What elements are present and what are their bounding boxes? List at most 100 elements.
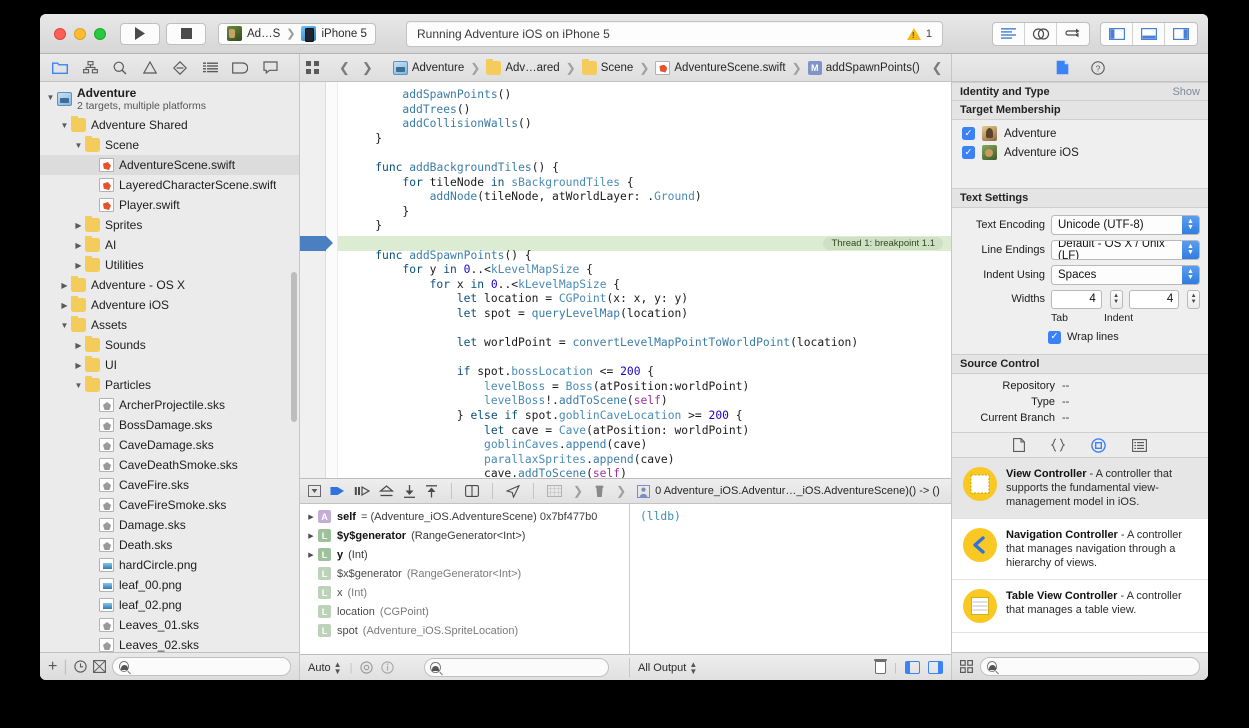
checkbox-checked[interactable]: ✓ [962,127,975,140]
navigator-row[interactable]: LayeredCharacterScene.swift [40,175,299,195]
step-out-button[interactable] [403,485,416,498]
related-items-button[interactable] [306,61,319,74]
disclosure-triangle[interactable] [58,121,71,130]
project-navigator-tree[interactable]: Adventure 2 targets, multiple platforms … [40,82,299,652]
navigator-row[interactable]: CaveDeathSmoke.sks [40,455,299,475]
file-inspector-button[interactable] [1056,60,1069,75]
navigator-row[interactable]: CaveFire.sks [40,475,299,495]
disclosure-triangle[interactable] [44,93,57,102]
navigator-filter-input[interactable] [133,660,284,674]
library-filter-input[interactable] [1001,660,1193,674]
clear-console-button[interactable] [875,661,886,674]
breadcrumb-item-group-scene[interactable]: Scene [582,61,634,75]
breadcrumb-item-symbol[interactable]: M addSpawnPoints() [808,61,920,75]
breadcrumb-item-file[interactable]: AdventureScene.swift [655,61,785,75]
checkbox-checked[interactable]: ✓ [1048,331,1061,344]
version-editor-button[interactable] [1057,23,1089,45]
source-control-header[interactable]: Source Control [952,355,1208,374]
toggle-debug-area-button[interactable] [1133,23,1165,45]
source-editor[interactable]: Thread 1: breakpoint 1.1 addSpawnPoints(… [300,82,951,478]
disclosure-triangle[interactable]: ▶ [304,532,318,540]
toggle-navigator-button[interactable] [1101,23,1133,45]
debug-view-hierarchy-button[interactable] [465,485,479,497]
variable-row[interactable]: ▶L$y$generator(RangeGenerator<Int>) [300,526,629,545]
navigator-row[interactable]: Player.swift [40,195,299,215]
navigator-row[interactable]: Scene [40,135,299,155]
library-item[interactable]: Navigation Controller - A controller tha… [952,519,1208,580]
tab-width-field[interactable]: 4 [1051,290,1102,309]
navigator-row[interactable]: Adventure Shared [40,115,299,135]
navigator-row[interactable]: Leaves_02.sks [40,635,299,652]
show-console-view-button[interactable] [928,661,943,674]
variable-scope-popup[interactable]: Auto ▲▼ [308,661,342,675]
go-back-button[interactable]: ❮ [335,60,354,76]
hide-debug-area-button[interactable] [308,485,321,497]
library-grid-view-button[interactable] [960,660,973,673]
standard-editor-button[interactable] [993,23,1025,45]
variable-row[interactable]: ▶Ly(Int) [300,545,629,564]
editor-gutter[interactable] [300,82,326,478]
navigator-row[interactable]: leaf_02.png [40,595,299,615]
issue-navigator-button[interactable] [136,56,164,80]
disclosure-triangle[interactable] [72,341,85,350]
navigator-row[interactable]: ArcherProjectile.sks [40,395,299,415]
navigator-row[interactable]: Death.sks [40,535,299,555]
navigator-filter-field[interactable] [112,657,292,676]
quick-help-button[interactable]: ? [1091,61,1105,75]
disclosure-triangle[interactable]: ▶ [304,551,318,559]
file-template-library-button[interactable] [1013,438,1025,452]
indent-width-stepper[interactable]: ▲▼ [1187,290,1200,309]
source-control-navigator-button[interactable] [76,56,104,80]
navigator-row[interactable]: hardCircle.png [40,555,299,575]
code-snippet-library-button[interactable] [1051,438,1065,452]
object-library-list[interactable]: View Controller - A controller that supp… [952,458,1208,652]
disclosure-triangle[interactable] [72,241,85,250]
breadcrumb-item-group-shared[interactable]: Adv…ared [486,61,559,75]
navigator-row[interactable]: leaf_00.png [40,575,299,595]
navigator-row[interactable]: CaveFireSmoke.sks [40,495,299,515]
variable-row[interactable]: Lx(Int) [300,583,629,602]
text-settings-header[interactable]: Text Settings [952,189,1208,208]
disclosure-triangle[interactable] [58,281,71,290]
disclosure-triangle[interactable] [72,141,85,150]
navigator-row[interactable]: Assets [40,315,299,335]
project-root-row[interactable]: Adventure 2 targets, multiple platforms [40,85,299,115]
code-folding-ribbon[interactable] [326,82,338,478]
media-library-button[interactable] [1132,439,1147,452]
show-link[interactable]: Show [1172,86,1200,98]
checkbox-checked[interactable]: ✓ [962,146,975,159]
breakpoint-marker[interactable] [300,236,326,251]
variable-row[interactable]: Llocation(CGPoint) [300,602,629,621]
navigator-row[interactable]: Adventure - OS X [40,275,299,295]
report-navigator-button[interactable] [196,56,224,80]
disclosure-triangle[interactable] [72,361,85,370]
disclosure-triangle[interactable] [72,261,85,270]
source-control-filter-button[interactable] [93,660,106,673]
navigator-row[interactable]: Damage.sks [40,515,299,535]
navigator-row[interactable]: UI [40,355,299,375]
step-over-button[interactable] [354,485,370,497]
stop-button[interactable] [166,23,206,45]
tag-navigator-button[interactable] [226,56,254,80]
disclosure-triangle[interactable] [72,381,85,390]
library-item[interactable]: View Controller - A controller that supp… [952,458,1208,519]
navigator-row[interactable]: AdventureScene.swift [40,155,299,175]
indent-width-field[interactable]: 4 [1129,290,1180,309]
disclosure-triangle[interactable] [58,301,71,310]
go-forward-button[interactable]: ❯ [358,60,377,76]
line-endings-popup[interactable]: Default - OS X / Unix (LF) ▲▼ [1051,240,1200,260]
stack-frame-selector[interactable]: 0 Adventure_iOS.Adventur…_iOS.AdventureS… [637,485,940,498]
step-into-button[interactable] [379,485,394,497]
variable-row[interactable]: L$x$generator(RangeGenerator<Int>) [300,564,629,583]
navigator-row[interactable]: Sounds [40,335,299,355]
navigator-row[interactable]: Leaves_01.sks [40,615,299,635]
navigator-row[interactable]: Adventure iOS [40,295,299,315]
code-text[interactable]: addSpawnPoints() addTrees() addCollision… [338,82,951,478]
zoom-button[interactable] [94,28,106,40]
target-row-adventure-ios[interactable]: ✓ Adventure iOS [952,143,1208,162]
assistant-editor-button[interactable] [1025,23,1057,45]
previous-issue-button[interactable]: ❮ [928,60,947,76]
console-output-popup[interactable]: All Output ▲▼ [638,661,697,675]
scheme-destination-selector[interactable]: Ad…S ❯ iPhone 5 [218,23,376,45]
text-encoding-popup[interactable]: Unicode (UTF-8) ▲▼ [1051,215,1200,235]
